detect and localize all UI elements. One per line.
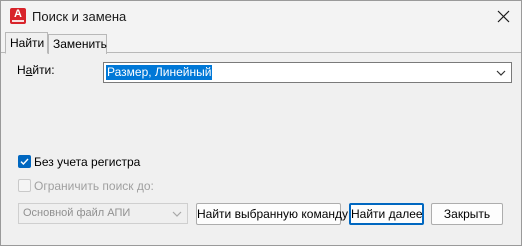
find-next-button[interactable]: Найти далее [349,203,424,225]
ignore-case-checkbox[interactable] [18,155,31,168]
close-window-button[interactable] [489,3,519,30]
tab-bar: Найти Заменить [1,32,521,54]
app-icon-strip [12,20,24,22]
find-what-value[interactable]: Размер, Линейный [106,65,213,80]
find-label-prefix: Н [17,63,26,77]
limit-search-label[interactable]: Ограничить поиск до: [34,179,154,193]
window-title: Поиск и замена [32,9,127,24]
chevron-down-icon[interactable] [495,67,507,79]
find-what-combobox[interactable]: Размер, Линейный [103,62,512,83]
find-label: Найти: [17,63,55,77]
close-button[interactable]: Закрыть [431,203,503,225]
limit-search-checkbox[interactable] [18,179,31,192]
app-icon-letter: A [14,8,22,20]
title-bar: A Поиск и замена [1,1,521,32]
ignore-case-label[interactable]: Без учета регистра [34,155,140,169]
close-icon [497,10,510,23]
search-scope-combobox[interactable]: Основной файл АПИ [18,203,188,224]
tab-find[interactable]: Найти [5,32,48,54]
autocad-app-icon: A [10,8,26,24]
checkmark-icon [20,158,29,166]
search-scope-value: Основной файл АПИ [23,207,131,219]
tab-replace[interactable]: Заменить [48,34,107,54]
find-label-suffix: йти: [32,63,55,77]
chevron-down-icon[interactable] [171,208,183,220]
find-selected-command-button[interactable]: Найти выбранную команду [196,203,348,225]
find-replace-dialog: A Поиск и замена Найти Заменить Найти: Р… [0,0,522,246]
